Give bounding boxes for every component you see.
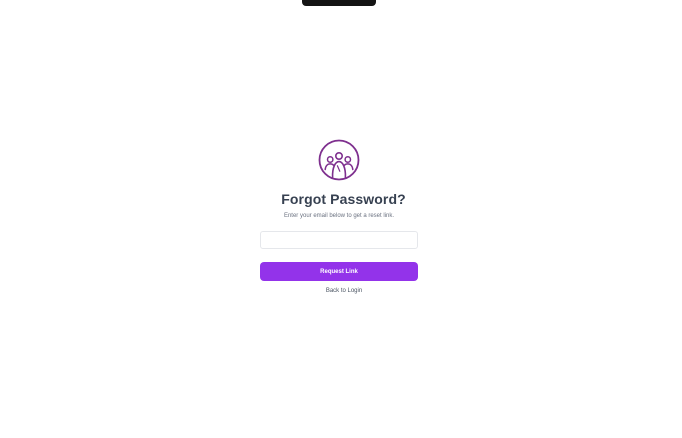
forgot-password-card: Forgot Password? Enter your email below … — [260, 139, 418, 294]
forgot-password-page: Forgot Password? Enter your email below … — [0, 0, 682, 438]
page-subtitle: Enter your email below to get a reset li… — [283, 213, 395, 219]
back-to-login-link[interactable]: Back to Login — [316, 288, 362, 294]
group-people-icon — [318, 139, 360, 181]
page-title: Forgot Password? — [281, 191, 406, 207]
top-bar — [302, 0, 376, 6]
email-field[interactable] — [260, 231, 418, 249]
request-link-button[interactable]: Request Link — [260, 262, 418, 281]
